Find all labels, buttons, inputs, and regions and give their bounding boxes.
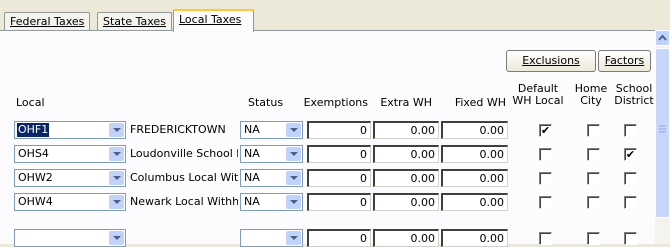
- school-district-checkbox[interactable]: [624, 196, 637, 209]
- extra-wh-field[interactable]: 0.00: [373, 121, 439, 139]
- chevron-down-icon[interactable]: [286, 147, 301, 161]
- home-city-checkbox[interactable]: [587, 196, 600, 209]
- default-wh-local-checkbox[interactable]: ✔: [539, 124, 552, 137]
- status-combo[interactable]: NA: [240, 121, 303, 139]
- factors-button[interactable]: Factors: [598, 50, 651, 72]
- default-wh-local-checkbox[interactable]: [539, 196, 552, 209]
- fixed-wh-field[interactable]: 0.00: [441, 169, 508, 187]
- chevron-down-icon[interactable]: [109, 231, 124, 245]
- local-description: FREDERICKTOWN: [130, 123, 226, 136]
- column-header-status: Status: [248, 96, 284, 109]
- tab-state-taxes[interactable]: State Taxes: [97, 12, 172, 30]
- extra-wh-field[interactable]: 0.00: [373, 145, 439, 163]
- chevron-down-icon[interactable]: [109, 123, 124, 137]
- exemptions-field[interactable]: 0: [307, 145, 371, 163]
- local-code-combo[interactable]: OHS4: [14, 145, 126, 163]
- tab-federal-taxes[interactable]: Federal Taxes: [4, 12, 91, 30]
- fixed-wh-field[interactable]: 0.00: [441, 145, 508, 163]
- status-combo[interactable]: [240, 229, 303, 247]
- school-district-checkbox[interactable]: [624, 124, 637, 137]
- school-district-checkbox[interactable]: ✔: [624, 148, 637, 161]
- scroll-up-button[interactable]: [655, 30, 670, 46]
- status-combo[interactable]: NA: [240, 145, 303, 163]
- exclusions-button[interactable]: Exclusions: [506, 50, 596, 72]
- column-header-school-district: School District: [614, 82, 654, 107]
- chevron-down-icon[interactable]: [286, 195, 301, 209]
- grip-icon: [659, 125, 666, 133]
- chevron-up-icon: [658, 34, 667, 41]
- status-combo[interactable]: NA: [240, 169, 303, 187]
- exemptions-field[interactable]: 0: [307, 169, 371, 187]
- column-header-default-wh-local: Default WH Local: [512, 82, 564, 107]
- local-description: Newark Local Withh: [130, 195, 238, 208]
- extra-wh-field[interactable]: 0.00: [373, 193, 439, 211]
- home-city-checkbox[interactable]: [587, 124, 600, 137]
- chevron-down-icon[interactable]: [286, 123, 301, 137]
- local-description: Columbus Local With: [130, 171, 238, 184]
- default-wh-local-checkbox[interactable]: [539, 232, 552, 245]
- local-code-combo[interactable]: OHW2: [14, 169, 126, 187]
- fixed-wh-field[interactable]: 0.00: [441, 121, 508, 139]
- vertical-scrollbar[interactable]: [655, 30, 670, 244]
- school-district-checkbox[interactable]: [624, 232, 637, 245]
- column-header-local: Local: [16, 96, 45, 109]
- column-header-home-city: Home City: [574, 82, 608, 107]
- chevron-down-icon[interactable]: [109, 171, 124, 185]
- column-header-extra-wh: Extra WH: [380, 96, 432, 109]
- chevron-down-icon[interactable]: [109, 147, 124, 161]
- exemptions-field[interactable]: 0: [307, 121, 371, 139]
- column-header-fixed-wh: Fixed WH: [454, 96, 506, 109]
- school-district-checkbox[interactable]: [624, 172, 637, 185]
- fixed-wh-field[interactable]: 0.00: [441, 229, 508, 247]
- default-wh-local-checkbox[interactable]: [539, 172, 552, 185]
- extra-wh-field[interactable]: 0.00: [373, 229, 439, 247]
- chevron-down-icon[interactable]: [286, 231, 301, 245]
- chevron-down-icon[interactable]: [109, 195, 124, 209]
- check-icon: ✔: [625, 148, 636, 161]
- status-combo[interactable]: NA: [240, 193, 303, 211]
- scrollbar-thumb[interactable]: [655, 48, 670, 218]
- chevron-down-icon[interactable]: [286, 171, 301, 185]
- local-code-combo[interactable]: [14, 229, 126, 247]
- column-header-exemptions: Exemptions: [303, 96, 368, 109]
- home-city-checkbox[interactable]: [587, 172, 600, 185]
- local-code-combo[interactable]: OHW4: [14, 193, 126, 211]
- home-city-checkbox[interactable]: [587, 148, 600, 161]
- exemptions-field[interactable]: 0: [307, 229, 371, 247]
- check-icon: ✔: [540, 124, 551, 137]
- fixed-wh-field[interactable]: 0.00: [441, 193, 508, 211]
- extra-wh-field[interactable]: 0.00: [373, 169, 439, 187]
- tab-local-taxes[interactable]: Local Taxes: [173, 9, 254, 32]
- local-description: Loudonville School D: [130, 147, 238, 160]
- default-wh-local-checkbox[interactable]: [539, 148, 552, 161]
- local-code-combo[interactable]: OHF1: [14, 121, 126, 139]
- home-city-checkbox[interactable]: [587, 232, 600, 245]
- exemptions-field[interactable]: 0: [307, 193, 371, 211]
